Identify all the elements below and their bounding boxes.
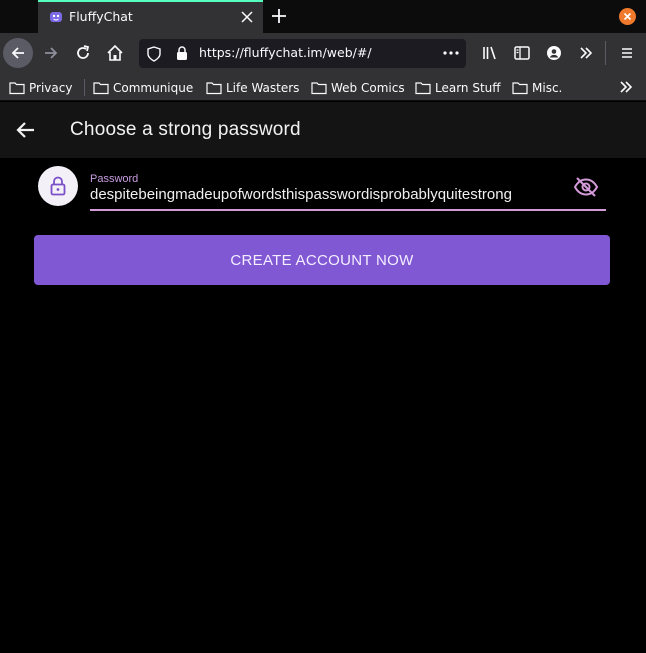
navigation-bar: https://fluffychat.im/web/#/ (0, 33, 646, 73)
account-button[interactable] (542, 41, 566, 65)
shield-icon[interactable] (147, 46, 161, 62)
password-field-underline (90, 209, 606, 211)
bookmark-privacy[interactable]: Privacy (9, 79, 72, 96)
url-bar[interactable]: https://fluffychat.im/web/#/ (139, 39, 466, 68)
close-icon (623, 12, 632, 21)
toolbar-divider (605, 41, 606, 65)
visibility-off-icon[interactable] (573, 175, 599, 199)
library-icon (483, 46, 496, 60)
window-close-button[interactable] (619, 8, 636, 25)
bookmark-label: Learn Stuff (435, 80, 501, 95)
reload-button[interactable] (71, 41, 95, 65)
folder-icon (9, 81, 25, 94)
bookmark-label: Communique (113, 80, 194, 95)
arrow-right-icon (45, 47, 58, 59)
bookmark-label: Privacy (29, 80, 73, 95)
arrow-back-icon[interactable] (14, 118, 38, 142)
bookmark-life-wasters[interactable]: Life Wasters (206, 79, 299, 96)
menu-button[interactable] (615, 41, 639, 65)
bookmark-label: Misc. (532, 80, 563, 95)
library-button[interactable] (478, 41, 502, 65)
fluffychat-icon (50, 12, 62, 22)
home-icon (107, 44, 123, 61)
app-bar: Choose a strong password (0, 102, 646, 158)
folder-icon (415, 81, 431, 94)
home-button[interactable] (103, 41, 127, 65)
tab-title: FluffyChat (69, 9, 133, 24)
extensions-overflow-button[interactable] (574, 41, 598, 65)
bookmark-label: Life Wasters (226, 80, 300, 95)
sidebar-icon (514, 46, 530, 60)
bookmark-communique[interactable]: Communique (93, 79, 193, 96)
bookmarks-overflow-icon[interactable] (617, 78, 635, 96)
close-tab-icon[interactable] (240, 10, 254, 24)
create-account-button[interactable]: CREATE ACCOUNT NOW (34, 235, 610, 285)
bookmark-learn-stuff[interactable]: Learn Stuff (415, 79, 501, 96)
new-tab-icon[interactable] (270, 7, 288, 25)
bookmark-label: Web Comics (331, 80, 405, 95)
tab-fluffychat[interactable]: FluffyChat (38, 0, 263, 33)
account-icon (547, 46, 561, 60)
bookmark-web-comics[interactable]: Web Comics (311, 79, 405, 96)
folder-icon (512, 81, 528, 94)
double-chevron-right-icon (580, 47, 593, 59)
page-title: Choose a strong password (70, 119, 301, 140)
folder-icon (206, 81, 222, 94)
forward-button[interactable] (39, 41, 63, 65)
bookmarks-toolbar: Privacy Communique Life Wasters Web Comi… (0, 73, 646, 101)
lock-icon (50, 176, 66, 196)
reload-icon (77, 45, 90, 59)
bookmark-misc[interactable]: Misc. (512, 79, 562, 96)
password-field-label: Password (90, 173, 139, 185)
url-text: https://fluffychat.im/web/#/ (199, 45, 372, 60)
more-actions-icon[interactable] (442, 46, 460, 60)
bookmark-separator (84, 79, 85, 96)
folder-icon (311, 81, 327, 94)
folder-icon (93, 81, 109, 94)
lock-avatar (38, 166, 78, 206)
lock-icon[interactable] (175, 46, 189, 61)
password-row: Password despitebeingmadeupofwordsthispa… (0, 158, 646, 218)
back-button[interactable] (3, 38, 33, 68)
tab-strip: FluffyChat (0, 0, 646, 33)
arrow-left-icon (11, 47, 24, 59)
hamburger-menu-icon (622, 48, 632, 58)
password-input[interactable]: despitebeingmadeupofwordsthispasswordisp… (90, 186, 512, 203)
sidebar-button[interactable] (510, 41, 534, 65)
